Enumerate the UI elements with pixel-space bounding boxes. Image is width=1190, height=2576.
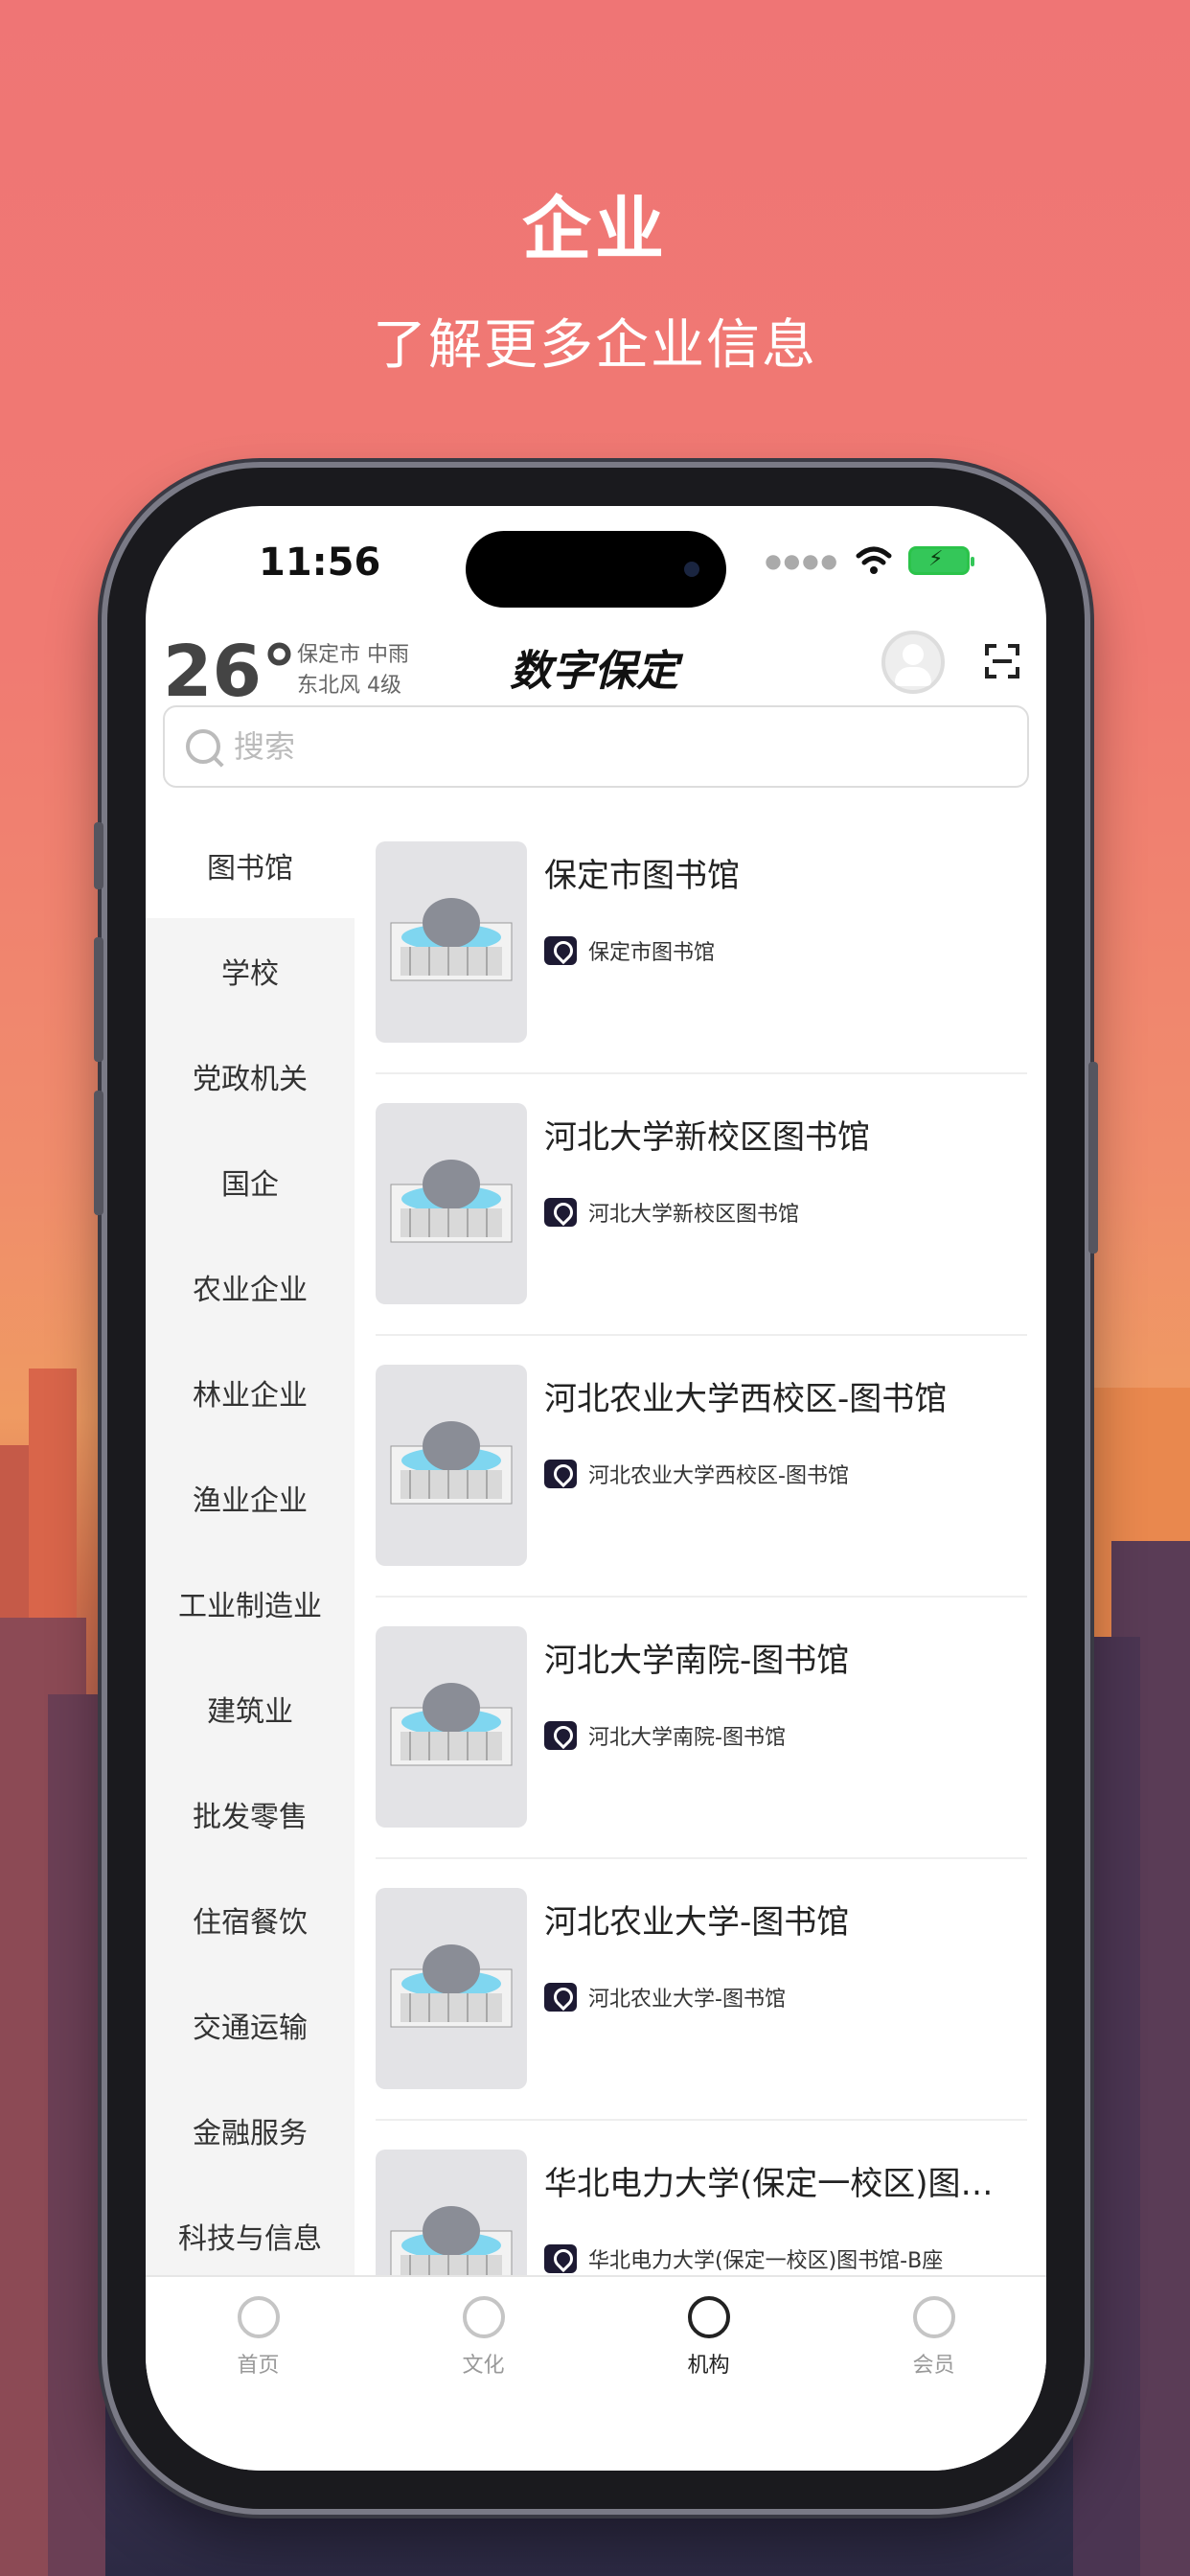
item-title: 河北农业大学西校区-图书馆 bbox=[544, 1380, 948, 1418]
app-screen: 11:56 ●●●● ⚡ 26° 保定市 中雨 东北风 4级 数字保定 搜索 图… bbox=[146, 506, 1046, 2471]
power-button bbox=[1088, 1062, 1098, 1254]
side-button bbox=[94, 822, 103, 889]
category-fishery[interactable]: 渔业企业 bbox=[146, 1445, 355, 1551]
tab-organization[interactable]: 机构 bbox=[596, 2277, 821, 2471]
tab-label: 首页 bbox=[237, 2354, 280, 2378]
item-tag: 华北电力大学(保定一校区)图书馆-B座 bbox=[544, 2243, 943, 2274]
item-title: 华北电力大学(保定一校区)图书馆 bbox=[544, 2165, 1023, 2203]
category-technology[interactable]: 科技与信息 bbox=[146, 2183, 355, 2275]
category-government[interactable]: 党政机关 bbox=[146, 1024, 355, 1129]
item-tag: 保定市图书馆 bbox=[544, 935, 715, 966]
weather-wind: 东北风 4级 bbox=[297, 674, 401, 698]
wifi-icon bbox=[856, 546, 892, 574]
dynamic-island bbox=[466, 531, 726, 608]
item-title: 河北大学南院-图书馆 bbox=[544, 1642, 850, 1680]
phone-frame: 11:56 ●●●● ⚡ 26° 保定市 中雨 东北风 4级 数字保定 搜索 图… bbox=[94, 468, 1098, 2509]
volume-up-button bbox=[94, 937, 103, 1062]
category-library[interactable]: 图书馆 bbox=[146, 813, 355, 918]
scan-icon[interactable] bbox=[983, 642, 1021, 680]
tab-culture[interactable]: 文化 bbox=[371, 2277, 596, 2471]
bottom-tab-bar: 首页 文化 机构 会员 bbox=[146, 2275, 1046, 2471]
library-thumbnail bbox=[376, 2150, 527, 2275]
status-time: 11:56 bbox=[259, 540, 381, 585]
category-state-enterprise[interactable]: 国企 bbox=[146, 1129, 355, 1234]
promo-title: 企业 bbox=[521, 189, 668, 269]
status-indicators: ●●●● ⚡ bbox=[765, 546, 974, 575]
item-tag-label: 河北农业大学西校区-图书馆 bbox=[588, 1464, 849, 1488]
location-pin-icon bbox=[544, 1460, 577, 1488]
location-pin-icon bbox=[544, 1721, 577, 1750]
category-manufacturing[interactable]: 工业制造业 bbox=[146, 1551, 355, 1656]
organization-list: 保定市图书馆 保定市图书馆 河北大学新校区图书馆 河北大学新校区图书馆 河北农业… bbox=[376, 813, 1027, 2275]
item-tag: 河北大学新校区图书馆 bbox=[544, 1197, 799, 1228]
app-title: 数字保定 bbox=[510, 647, 678, 696]
weather-details: 保定市 中雨 东北风 4级 bbox=[297, 640, 409, 702]
category-forestry[interactable]: 林业企业 bbox=[146, 1340, 355, 1445]
volume-down-button bbox=[94, 1091, 103, 1215]
list-item[interactable]: 华北电力大学(保定一校区)图书馆 华北电力大学(保定一校区)图书馆-B座 bbox=[376, 2121, 1027, 2275]
phone-icon bbox=[687, 2296, 730, 2338]
item-tag: 河北农业大学-图书馆 bbox=[544, 1982, 786, 2012]
library-thumbnail bbox=[376, 841, 527, 1043]
category-finance[interactable]: 金融服务 bbox=[146, 2078, 355, 2183]
category-sidebar: 图书馆 学校 党政机关 国企 农业企业 林业企业 渔业企业 工业制造业 建筑业 … bbox=[146, 813, 355, 2275]
location-pin-icon bbox=[544, 1983, 577, 2012]
star-icon bbox=[912, 2296, 955, 2338]
list-item[interactable]: 保定市图书馆 保定市图书馆 bbox=[376, 813, 1027, 1074]
battery-charging-icon: ⚡ bbox=[908, 546, 974, 575]
category-school[interactable]: 学校 bbox=[146, 918, 355, 1024]
signal-dots-icon: ●●●● bbox=[765, 549, 839, 572]
location-pin-icon bbox=[544, 936, 577, 965]
tab-home[interactable]: 首页 bbox=[146, 2277, 371, 2471]
library-thumbnail bbox=[376, 1888, 527, 2089]
search-icon bbox=[186, 729, 220, 764]
item-tag-label: 保定市图书馆 bbox=[588, 941, 716, 965]
item-tag-label: 河北大学新校区图书馆 bbox=[588, 1203, 800, 1227]
category-wholesale-retail[interactable]: 批发零售 bbox=[146, 1761, 355, 1867]
library-thumbnail bbox=[376, 1365, 527, 1566]
category-agriculture[interactable]: 农业企业 bbox=[146, 1234, 355, 1340]
list-item[interactable]: 河北农业大学西校区-图书馆 河北农业大学西校区-图书馆 bbox=[376, 1336, 1027, 1598]
avatar[interactable] bbox=[881, 631, 945, 694]
location-pin-icon bbox=[544, 1198, 577, 1227]
weather-temperature: 26° bbox=[163, 631, 297, 713]
item-tag: 河北大学南院-图书馆 bbox=[544, 1720, 786, 1751]
list-item[interactable]: 河北大学新校区图书馆 河北大学新校区图书馆 bbox=[376, 1074, 1027, 1336]
item-tag-label: 河北大学南院-图书馆 bbox=[588, 1726, 786, 1750]
category-construction[interactable]: 建筑业 bbox=[146, 1656, 355, 1761]
promo-subtitle: 了解更多企业信息 bbox=[373, 314, 817, 377]
tab-label: 机构 bbox=[687, 2354, 730, 2378]
category-hospitality[interactable]: 住宿餐饮 bbox=[146, 1867, 355, 1972]
weather-city-condition: 保定市 中雨 bbox=[297, 643, 409, 667]
search-bar[interactable] bbox=[163, 705, 1029, 788]
tab-member[interactable]: 会员 bbox=[821, 2277, 1046, 2471]
item-tag-label: 河北农业大学-图书馆 bbox=[588, 1988, 786, 2012]
tab-label: 文化 bbox=[462, 2354, 505, 2378]
item-tag-label: 华北电力大学(保定一校区)图书馆-B座 bbox=[588, 2249, 944, 2273]
library-thumbnail bbox=[376, 1626, 527, 1828]
library-thumbnail bbox=[376, 1103, 527, 1304]
search-input[interactable] bbox=[234, 728, 904, 765]
item-title: 保定市图书馆 bbox=[544, 857, 740, 895]
list-item[interactable]: 河北农业大学-图书馆 河北农业大学-图书馆 bbox=[376, 1859, 1027, 2121]
culture-icon bbox=[462, 2296, 505, 2338]
location-pin-icon bbox=[544, 2244, 577, 2273]
item-title: 河北农业大学-图书馆 bbox=[544, 1903, 850, 1942]
item-title: 河北大学新校区图书馆 bbox=[544, 1118, 870, 1157]
list-item[interactable]: 河北大学南院-图书馆 河北大学南院-图书馆 bbox=[376, 1598, 1027, 1859]
home-icon bbox=[237, 2296, 280, 2338]
item-tag: 河北农业大学西校区-图书馆 bbox=[544, 1459, 849, 1489]
tab-label: 会员 bbox=[912, 2354, 955, 2378]
category-transport[interactable]: 交通运输 bbox=[146, 1972, 355, 2078]
